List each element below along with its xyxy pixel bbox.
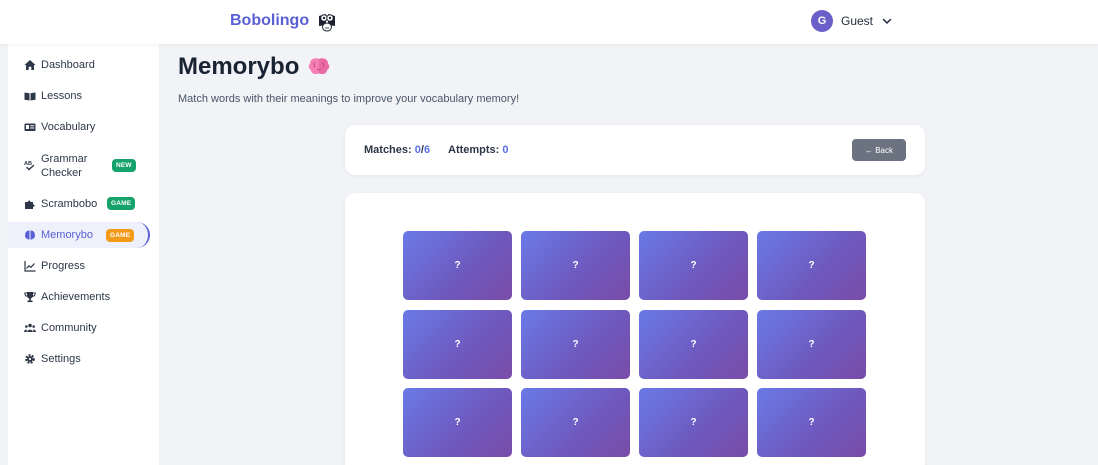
game-badge: GAME: [106, 229, 135, 242]
page-header: Memorybo: [178, 53, 331, 81]
sidebar-item-label: Scrambobo: [41, 197, 98, 210]
sidebar-item-vocabulary[interactable]: Vocabulary: [8, 120, 150, 134]
vocabulary-card-icon: [24, 121, 36, 133]
sidebar-item-grammar-checker[interactable]: AB Grammar Checker NEW: [8, 151, 150, 179]
sidebar-item-label: Vocabulary: [41, 120, 96, 133]
memory-card[interactable]: ?: [639, 231, 748, 300]
stats-panel: Matches: 0/6 Attempts: 0 ← Back: [345, 125, 925, 175]
sidebar-item-achievements[interactable]: Achievements: [8, 290, 150, 304]
chart-line-icon: [24, 260, 36, 272]
memory-card[interactable]: ?: [757, 310, 866, 379]
gear-icon: [24, 353, 36, 365]
brain-icon: [309, 58, 330, 75]
page-title: Memorybo: [178, 53, 300, 80]
new-badge: NEW: [112, 159, 136, 172]
user-name: Guest: [841, 14, 874, 28]
memory-card[interactable]: ?: [639, 310, 748, 379]
memory-card[interactable]: ?: [521, 388, 630, 457]
chevron-down-icon: [882, 18, 892, 24]
sidebar-item-label: Progress: [41, 259, 86, 272]
matches-total: 6: [423, 144, 431, 156]
top-bar: Bobolingo G Guest: [0, 0, 1098, 44]
puzzle-icon: [24, 198, 36, 210]
brain-icon: [24, 229, 36, 241]
sidebar-item-memorybo[interactable]: Memorybo GAME: [8, 222, 150, 248]
memory-board: ? ? ? ? ? ? ? ? ? ? ? ?: [345, 193, 925, 465]
sidebar-item-label-line1: Grammar: [41, 153, 88, 165]
user-menu[interactable]: G Guest: [811, 10, 893, 32]
sidebar-item-label: Achievements: [41, 290, 111, 303]
avatar: G: [811, 10, 833, 32]
home-icon: [24, 59, 36, 71]
memory-card[interactable]: ?: [403, 231, 512, 300]
brand-name: Bobolingo: [230, 12, 310, 29]
trophy-icon: [24, 291, 36, 303]
sidebar-item-label: Lessons: [41, 89, 82, 102]
sidebar-item-label: Settings: [41, 352, 81, 365]
memory-card[interactable]: ?: [757, 388, 866, 457]
sidebar: Dashboard Lessons Vocabulary AB Grammar …: [8, 44, 159, 465]
sidebar-item-label: Memorybo: [41, 229, 93, 241]
book-icon: [24, 90, 36, 102]
svg-text:AB: AB: [24, 161, 32, 167]
sidebar-item-progress[interactable]: Progress: [8, 259, 150, 273]
back-button[interactable]: ← Back: [852, 139, 906, 161]
sidebar-item-community[interactable]: Community: [8, 321, 150, 335]
memory-card[interactable]: ?: [521, 231, 630, 300]
users-icon: [24, 322, 36, 334]
brand-logo[interactable]: Bobolingo: [230, 9, 339, 33]
sidebar-item-label: Community: [41, 321, 97, 334]
sidebar-item-dashboard[interactable]: Dashboard: [8, 58, 150, 72]
attempts-stat: Attempts: 0: [448, 144, 509, 156]
memory-card[interactable]: ?: [403, 388, 512, 457]
sidebar-item-label-line2: Checker: [41, 167, 82, 179]
sidebar-item-scrambobo[interactable]: Scrambobo GAME: [8, 197, 150, 211]
memory-card[interactable]: ?: [639, 388, 748, 457]
attempts-label: Attempts:: [448, 144, 500, 156]
sidebar-item-settings[interactable]: Settings: [8, 352, 150, 366]
mascot-icon: [319, 14, 336, 32]
sidebar-item-lessons[interactable]: Lessons: [8, 89, 150, 103]
attempts-count: 0: [502, 144, 509, 156]
memory-card[interactable]: ?: [521, 310, 630, 379]
spellcheck-icon: AB: [24, 159, 36, 171]
page-subtitle: Match words with their meanings to impro…: [178, 93, 520, 105]
game-badge: GAME: [107, 197, 136, 210]
matches-stat: Matches: 0/6: [364, 144, 430, 156]
memory-card[interactable]: ?: [757, 231, 866, 300]
sidebar-item-label: Dashboard: [41, 58, 95, 71]
matches-label: Matches:: [364, 144, 412, 156]
memory-card[interactable]: ?: [403, 310, 512, 379]
